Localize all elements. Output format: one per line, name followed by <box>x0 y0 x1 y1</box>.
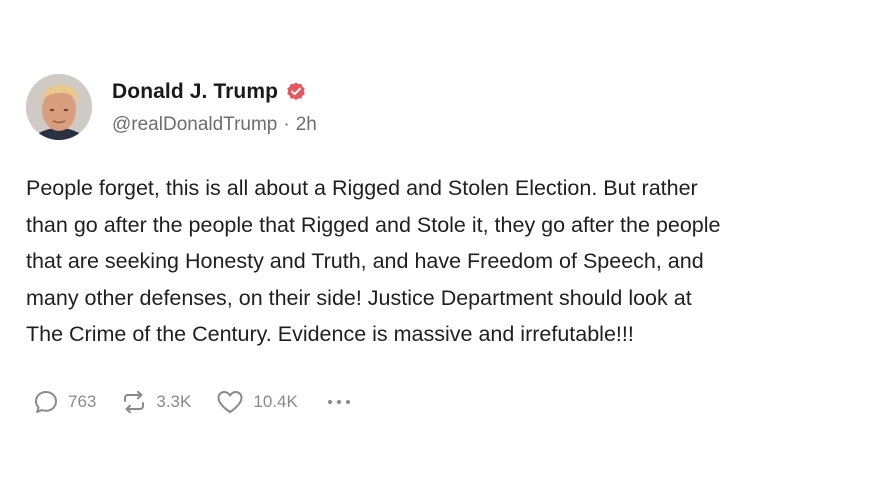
repost-count: 3.3K <box>156 392 192 411</box>
avatar[interactable] <box>26 74 92 140</box>
more-options-button[interactable] <box>327 400 355 404</box>
post-card: Donald J. Trump @realDonaldTrump · 2h Pe… <box>0 0 880 495</box>
reply-bubble-icon <box>35 391 57 413</box>
repost-arrows-icon <box>124 390 145 414</box>
meta-separator: · <box>283 114 290 135</box>
post-timestamp[interactable]: 2h <box>296 114 317 136</box>
post-header: Donald J. Trump @realDonaldTrump · 2h <box>26 74 317 140</box>
author-handle[interactable]: @realDonaldTrump <box>112 114 277 136</box>
author-identity: Donald J. Trump @realDonaldTrump · 2h <box>112 78 317 136</box>
author-meta: @realDonaldTrump · 2h <box>112 114 317 136</box>
post-actions: 763 3.3K 10.4K <box>32 388 355 416</box>
name-row: Donald J. Trump <box>112 78 317 106</box>
reply-count: 763 <box>68 392 97 411</box>
more-dots-icon <box>327 400 355 404</box>
verified-badge-icon <box>285 81 307 103</box>
reply-button[interactable]: 763 <box>32 388 96 416</box>
heart-icon <box>217 391 243 413</box>
post-body: People forget, this is all about a Rigge… <box>26 176 721 346</box>
avatar-image <box>26 74 92 140</box>
like-count: 10.4K <box>253 392 298 411</box>
like-button[interactable]: 10.4K <box>215 388 298 416</box>
author-display-name[interactable]: Donald J. Trump <box>112 80 278 104</box>
repost-button[interactable]: 3.3K <box>120 388 191 416</box>
